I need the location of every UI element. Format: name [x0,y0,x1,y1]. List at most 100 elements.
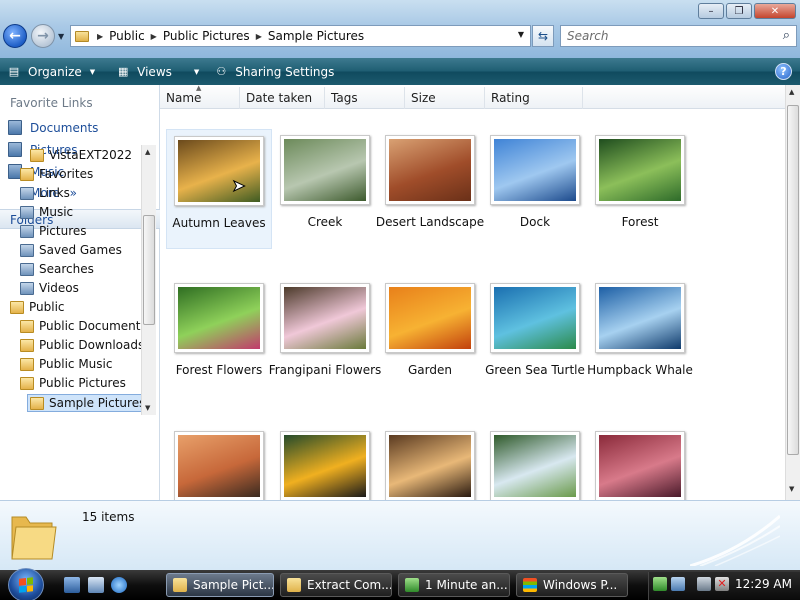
tree-item-music[interactable]: Music [20,205,73,219]
file-thumbnail[interactable]: Frangipani Flowers [269,277,381,397]
file-thumbnail[interactable]: Garden [377,277,483,397]
scroll-thumb[interactable] [787,105,799,455]
tree-item-public-music[interactable]: Public Music [20,357,112,371]
tree-item-public-documents[interactable]: Public Documents [20,319,142,333]
file-thumbnail[interactable]: Forest [587,129,693,249]
chevron-right-icon[interactable]: ▶ [151,32,157,41]
sharing-label: Sharing Settings [235,64,335,79]
tree-item-videos[interactable]: Videos [20,281,79,295]
favorite-link-documents[interactable]: Documents [8,120,98,135]
file-thumbnail[interactable]: Creek [272,129,378,249]
internet-explorer-icon[interactable] [111,577,127,593]
tree-item-label: Favorites [39,167,94,181]
taskbar-item-1-minute[interactable]: 1 Minute an... [398,573,510,597]
taskbar-item-sample-pictures[interactable]: Sample Pict... [166,573,274,597]
tree-item-pictures[interactable]: Pictures [20,224,87,238]
address-bar[interactable]: ▶ Public ▶ Public Pictures ▶ Sample Pict… [70,25,531,47]
column-rating[interactable]: Rating [485,87,583,109]
column-name[interactable]: Name ▲ [160,84,240,109]
arrow-left-icon: ← [9,28,21,44]
folder-icon [20,338,34,352]
clock[interactable]: 12:29 AM [735,577,792,591]
start-button[interactable] [8,568,44,600]
arrow-right-icon: → [37,28,49,44]
minimize-button[interactable]: – [698,3,724,19]
scroll-up-icon[interactable]: ▲ [789,88,794,96]
chevron-right-icon[interactable]: ▶ [256,32,262,41]
show-desktop-icon[interactable] [64,577,80,593]
file-thumbnail[interactable]: Green Sea Turtle [482,277,588,397]
chevron-right-icon[interactable]: ▶ [97,32,103,41]
photo-thumbnail-image [389,139,471,201]
scroll-down-icon[interactable]: ▼ [145,404,150,412]
file-name: Dock [519,215,551,229]
switch-windows-icon[interactable] [88,577,104,593]
breadcrumb-sample-pictures[interactable]: Sample Pictures [268,29,364,43]
thumbnail-frame [174,136,264,206]
restore-button[interactable]: ❐ [726,3,752,19]
column-tags[interactable]: Tags [325,87,405,109]
refresh-button[interactable]: ⇆ [532,25,554,47]
folder-tree-scrollbar[interactable]: ▲ ▼ [141,145,156,415]
breadcrumb-public[interactable]: Public [109,29,145,43]
network-icon[interactable] [697,577,711,591]
chevron-down-icon: ▼ [193,67,200,76]
tree-item-saved-games[interactable]: Saved Games [20,243,122,257]
tree-item-vistaext2022[interactable]: VistaEXT2022 [30,148,132,162]
column-date-taken[interactable]: Date taken [240,87,325,109]
views-button[interactable]: ▦ Views ▼ [109,58,207,85]
recent-pages-dropdown[interactable]: ▼ [58,32,64,41]
photo-thumbnail-image [494,435,576,497]
scroll-down-icon[interactable]: ▼ [789,485,794,493]
taskbar-item-extract[interactable]: Extract Com... [280,573,392,597]
tree-item-label: Music [39,205,74,219]
views-icon: ▦ [117,65,129,78]
refresh-icon: ⇆ [537,29,549,43]
file-name: Frangipani Flowers [268,363,382,377]
folder-icon [11,516,57,560]
column-size[interactable]: Size [405,87,485,109]
tree-item-public-pictures[interactable]: Public Pictures [20,376,126,390]
vista-swoosh-decoration [690,514,780,566]
taskbar-item-label: Windows P... [543,578,618,592]
tree-item-public[interactable]: Public [10,300,65,314]
tree-item-label: Public Pictures [39,376,126,390]
volume-muted-icon[interactable]: ✕ [715,577,729,591]
help-button[interactable]: ? [775,63,792,80]
security-center-icon[interactable] [653,577,667,591]
search-icon[interactable]: ⌕ [783,28,790,43]
favorite-links-heading: Favorite Links [10,96,93,110]
tree-item-label: Public Downloads [39,338,142,352]
file-thumbnail[interactable]: Forest Flowers [166,277,272,397]
file-name: Forest [621,215,659,229]
scroll-thumb[interactable] [143,215,155,325]
breadcrumb-public-pictures[interactable]: Public Pictures [163,29,250,43]
column-headers: Name ▲ Date taken Tags Size Rating [160,84,785,109]
sharing-settings-button[interactable]: ⚇ Sharing Settings [207,58,342,85]
search-input[interactable] [560,25,797,47]
close-button[interactable]: ✕ [754,3,796,19]
chevron-down-icon[interactable]: ▼ [518,30,524,39]
photo-thumbnail-image [284,287,366,349]
tree-item-links[interactable]: Links [20,186,70,200]
taskbar-item-windows[interactable]: Windows P... [516,573,628,597]
file-list: Name ▲ Date taken Tags Size Rating Autum… [160,84,785,501]
photo-thumbnail-image [494,139,576,201]
photo-thumbnail-image [284,139,366,201]
tree-item-favorites[interactable]: Favorites [20,167,93,181]
file-thumbnail[interactable]: Autumn Leaves [166,129,272,249]
file-list-scrollbar[interactable]: ▲ ▼ [785,85,800,500]
file-thumbnail[interactable]: Desert Landscape [376,129,484,249]
tree-item-searches[interactable]: Searches [20,262,94,276]
tray-app-icon[interactable] [671,577,685,591]
tree-item-sample-pictures[interactable]: Sample Pictures [27,394,142,412]
thumbnail-frame [385,431,475,501]
back-button[interactable]: ← [3,24,27,48]
file-thumbnail[interactable]: Humpback Whale [587,277,693,397]
organize-button[interactable]: ▤ Organize ▼ [0,58,103,85]
scroll-up-icon[interactable]: ▲ [145,148,150,156]
tree-item-public-downloads[interactable]: Public Downloads [20,338,142,352]
forward-button[interactable]: → [31,24,55,48]
photo-thumbnail-image [178,287,260,349]
file-thumbnail[interactable]: Dock [482,129,588,249]
